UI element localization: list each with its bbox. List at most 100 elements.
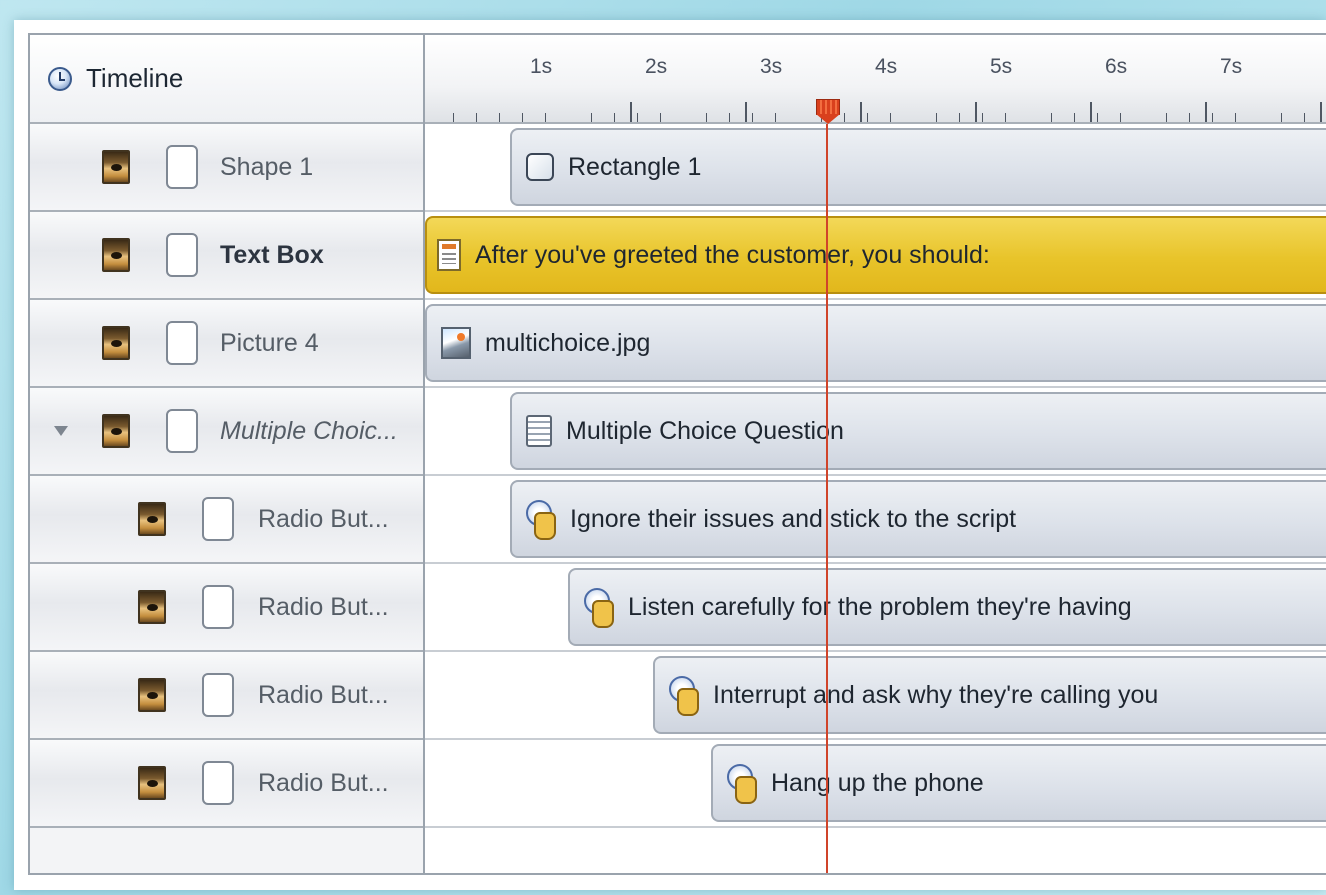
ruler-minor-tick — [1074, 113, 1075, 122]
layer-row-radio-button[interactable]: Radio But... — [30, 652, 423, 740]
ruler-tick-label: 5s — [990, 55, 1013, 78]
ruler-minor-tick — [775, 113, 776, 122]
ruler-minor-tick — [1005, 113, 1006, 122]
ruler-major-tick — [975, 102, 977, 122]
ruler-minor-tick — [959, 113, 960, 122]
ruler-minor-tick — [660, 113, 661, 122]
timeline-bar-radio-button[interactable]: Ignore their issues and stick to the scr… — [510, 480, 1326, 558]
ruler-tick-label: 6s — [1105, 55, 1128, 78]
lock-checkbox[interactable] — [202, 761, 234, 805]
expand-arrow-icon[interactable] — [54, 426, 68, 436]
clock-icon — [48, 66, 72, 91]
visibility-eye-icon[interactable] — [138, 590, 166, 624]
layer-row-shape-1[interactable]: Shape 1 — [30, 124, 423, 212]
ruler-minor-tick — [982, 113, 983, 122]
lock-checkbox[interactable] — [166, 409, 198, 453]
track-row: Ignore their issues and stick to the scr… — [425, 476, 1326, 564]
layer-row-radio-button[interactable]: Radio But... — [30, 740, 423, 828]
track-row: Multiple Choice Question — [425, 388, 1326, 476]
ruler-minor-tick — [729, 113, 730, 122]
layer-name: Radio But... — [258, 593, 389, 621]
visibility-eye-icon[interactable] — [102, 414, 130, 448]
lock-checkbox[interactable] — [202, 585, 234, 629]
timeline-bar-radio-button[interactable]: Hang up the phone — [711, 744, 1326, 822]
track-row: Hang up the phone — [425, 740, 1326, 828]
layer-name: Shape 1 — [220, 153, 314, 181]
lock-checkbox[interactable] — [202, 497, 234, 541]
timeline-panel: Timeline Shape 1 Text Box Picture 4 Mult… — [28, 33, 1326, 875]
rectangle-shape-icon — [526, 153, 554, 181]
ruler-minor-tick — [844, 113, 845, 122]
lock-checkbox[interactable] — [166, 145, 198, 189]
timeline-title: Timeline — [86, 63, 184, 93]
track-row: Rectangle 1 — [425, 124, 1326, 212]
bar-label: Listen carefully for the problem they're… — [628, 592, 1132, 621]
layer-row-multiple-choice[interactable]: Multiple Choic... — [30, 388, 423, 476]
ruler-minor-tick — [1051, 113, 1052, 122]
visibility-eye-icon[interactable] — [102, 150, 130, 184]
layer-row-picture-4[interactable]: Picture 4 — [30, 300, 423, 388]
timeline-bar-multiple-choice[interactable]: Multiple Choice Question — [510, 392, 1326, 470]
layer-name: Picture 4 — [220, 329, 319, 357]
visibility-eye-icon[interactable] — [138, 678, 166, 712]
timeline-bar-radio-button[interactable]: Interrupt and ask why they're calling yo… — [653, 656, 1326, 734]
ruler-tick-label: 1s — [530, 55, 553, 78]
track-row: multichoice.jpg — [425, 300, 1326, 388]
bar-label: Interrupt and ask why they're calling yo… — [713, 680, 1159, 709]
ruler-minor-tick — [499, 113, 500, 122]
ruler-tick-label: 4s — [875, 55, 898, 78]
picture-icon — [441, 327, 471, 359]
ruler-minor-tick — [637, 113, 638, 122]
track-area: Rectangle 1 After you've greeted the cus… — [425, 124, 1326, 873]
bar-label: After you've greeted the customer, you s… — [475, 240, 990, 269]
ruler-minor-tick — [752, 113, 753, 122]
timeline-bar-text-box[interactable]: After you've greeted the customer, you s… — [425, 216, 1326, 294]
ruler-minor-tick — [867, 113, 868, 122]
playhead-handle[interactable] — [816, 99, 840, 115]
timeline-bar-radio-button[interactable]: Listen carefully for the problem they're… — [568, 568, 1326, 646]
ruler-minor-tick — [1166, 113, 1167, 122]
ruler-major-tick — [745, 102, 747, 122]
timeline-bar-picture[interactable]: multichoice.jpg — [425, 304, 1326, 382]
visibility-eye-icon[interactable] — [102, 238, 130, 272]
layer-name: Radio But... — [258, 769, 389, 797]
visibility-eye-icon[interactable] — [138, 502, 166, 536]
visibility-eye-icon[interactable] — [102, 326, 130, 360]
ruler-minor-tick — [1235, 113, 1236, 122]
layer-name: Radio But... — [258, 505, 389, 533]
layer-row-text-box[interactable]: Text Box — [30, 212, 423, 300]
bar-label: Multiple Choice Question — [566, 416, 844, 445]
ruler-minor-tick — [591, 113, 592, 122]
playhead-arrow-icon[interactable] — [816, 114, 840, 124]
bar-label: Rectangle 1 — [568, 152, 702, 181]
ruler-major-tick — [1090, 102, 1092, 122]
ruler-minor-tick — [1120, 113, 1121, 122]
visibility-eye-icon[interactable] — [138, 766, 166, 800]
layer-row-radio-button[interactable]: Radio But... — [30, 476, 423, 564]
ruler-minor-tick — [1304, 113, 1305, 122]
ruler-major-tick — [630, 102, 632, 122]
layer-row-radio-button[interactable]: Radio But... — [30, 564, 423, 652]
track-row: Listen carefully for the problem they're… — [425, 564, 1326, 652]
text-box-icon — [437, 239, 461, 271]
bar-label: multichoice.jpg — [485, 328, 651, 357]
layer-name: Radio But... — [258, 681, 389, 709]
ruler-tick-label: 2s — [645, 55, 668, 78]
ruler-major-tick — [1205, 102, 1207, 122]
bar-label: Hang up the phone — [771, 768, 984, 797]
ruler-minor-tick — [1189, 113, 1190, 122]
ruler-minor-tick — [614, 113, 615, 122]
ruler-minor-tick — [1212, 113, 1213, 122]
ruler-tick-label: 7s — [1220, 55, 1243, 78]
layer-name: Text Box — [220, 241, 324, 269]
time-ruler[interactable]: 1s 2s 3s 4s 5s 6s 7s — [425, 35, 1326, 124]
lock-checkbox[interactable] — [166, 321, 198, 365]
radio-button-icon — [526, 500, 556, 540]
timeline-header: Timeline — [30, 35, 423, 124]
ruler-major-tick — [860, 102, 862, 122]
timeline-bar-rectangle-1[interactable]: Rectangle 1 — [510, 128, 1326, 206]
lock-checkbox[interactable] — [166, 233, 198, 277]
lock-checkbox[interactable] — [202, 673, 234, 717]
layer-name: Multiple Choic... — [220, 417, 398, 445]
ruler-major-tick — [1320, 102, 1322, 122]
